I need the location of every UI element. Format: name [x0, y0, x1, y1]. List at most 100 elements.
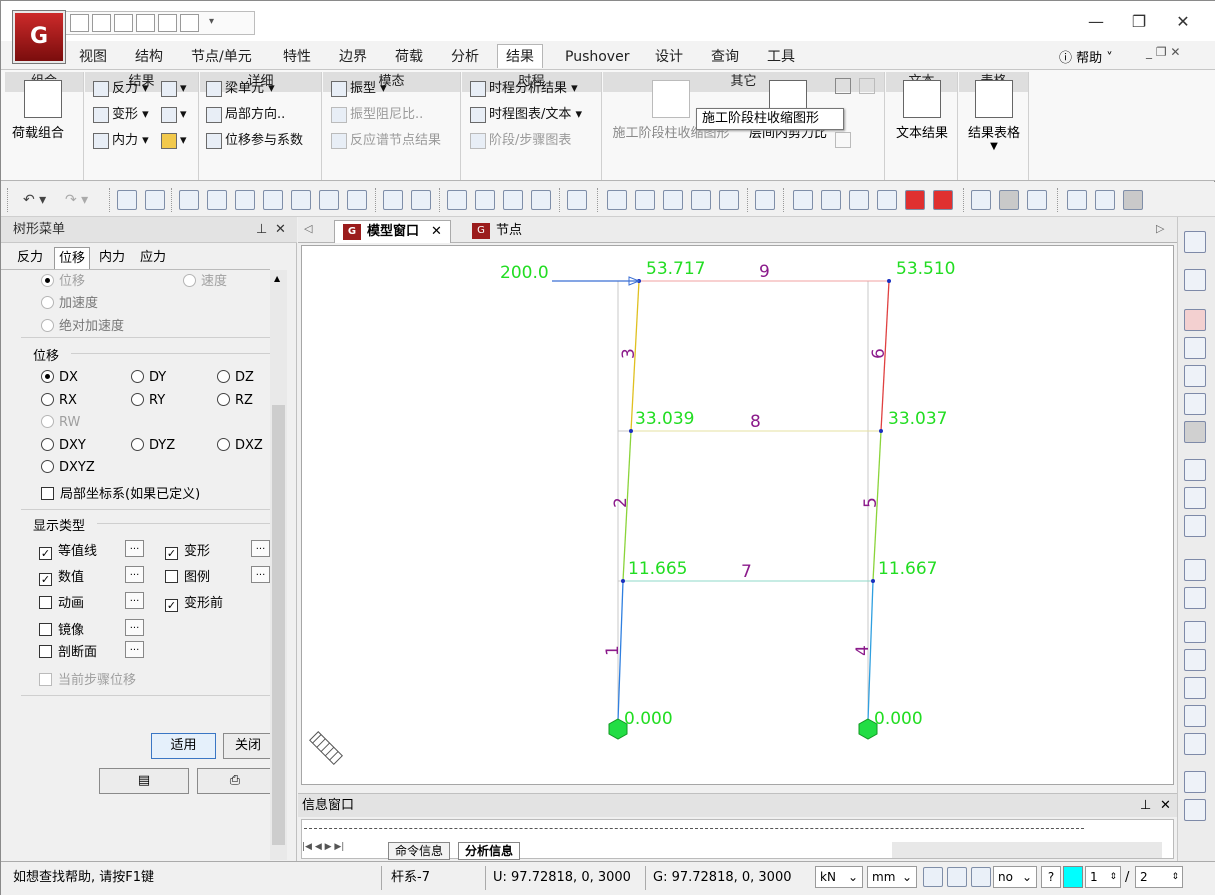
iso-view-icon[interactable]	[1184, 621, 1206, 643]
info-close-icon[interactable]: ✕	[1160, 794, 1171, 818]
minimize-button[interactable]: —	[1081, 11, 1111, 33]
info-nav-arrows[interactable]: |◀ ◀ ▶ ▶|	[302, 842, 344, 852]
tab-model-window[interactable]: G 模型窗口 ✕	[334, 220, 451, 243]
zoom-fit-icon[interactable]	[1184, 309, 1206, 331]
pan-icon[interactable]	[1184, 487, 1206, 509]
distance-icon[interactable]	[663, 190, 683, 210]
zoom-realtime-icon[interactable]	[1184, 459, 1206, 481]
pin-icon[interactable]: ⊥	[256, 217, 267, 243]
values-options-button[interactable]: ...	[125, 566, 144, 583]
unselect-all-icon[interactable]	[531, 190, 551, 210]
top-view-icon[interactable]	[1184, 705, 1206, 727]
mode-select[interactable]: no ⌄	[993, 866, 1037, 888]
displacement-participation-button[interactable]: 位移参与系数	[206, 130, 303, 152]
tab-analysis-info[interactable]: 分析信息	[458, 842, 521, 860]
radio-dy[interactable]: DY	[131, 370, 166, 385]
tab-boundary[interactable]: 边界	[331, 47, 375, 69]
help-query-button[interactable]: ?	[1041, 866, 1061, 888]
element-label-icon[interactable]	[1027, 190, 1047, 210]
unselect-single-icon[interactable]	[447, 190, 467, 210]
radio-dxyz[interactable]: DXYZ	[41, 460, 95, 475]
grid-view-icon[interactable]	[1184, 231, 1206, 253]
refresh-icon[interactable]	[1184, 559, 1206, 581]
select-window-icon[interactable]	[207, 190, 227, 210]
panel-scrollbar[interactable]: ▲	[270, 270, 287, 860]
boundary-display-icon[interactable]	[719, 190, 739, 210]
window-arrange-icon[interactable]	[1184, 771, 1206, 793]
zoom-all-icon[interactable]	[1184, 421, 1206, 443]
radio-dxz[interactable]: DXZ	[217, 438, 263, 453]
check-grid-icon[interactable]	[1184, 269, 1206, 291]
apply-button[interactable]: 适用	[151, 733, 216, 759]
scrollbar-thumb[interactable]	[272, 405, 285, 845]
thth-icon[interactable]	[835, 78, 851, 94]
cutting-plane-checkbox[interactable]: 剖断面	[39, 641, 97, 660]
mirror-checkbox[interactable]: 镜像	[39, 619, 84, 638]
color-swatch[interactable]	[1063, 866, 1083, 888]
radio-rz[interactable]: RZ	[217, 393, 253, 408]
local-axis-checkbox[interactable]: 局部坐标系(如果已定义)	[41, 483, 200, 502]
deform-checkbox[interactable]: ✓ 变形	[165, 540, 210, 560]
tab-node-element[interactable]: 节点/单元	[183, 47, 260, 69]
node-label-icon[interactable]	[971, 190, 991, 210]
radio-rx[interactable]: RX	[41, 393, 77, 408]
select-element-icon[interactable]	[145, 190, 165, 210]
shading-icon[interactable]	[849, 190, 869, 210]
open-folder-icon[interactable]	[92, 14, 111, 32]
tab-tools[interactable]: 工具	[759, 47, 803, 69]
select-volume-icon[interactable]	[319, 190, 339, 210]
tab-scroll-left-icon[interactable]: ◁	[304, 222, 312, 235]
info-window-body[interactable]: |◀ ◀ ▶ ▶| 命令信息 分析信息	[301, 819, 1174, 860]
element-number-icon[interactable]	[635, 190, 655, 210]
deform-options-button[interactable]: ...	[251, 540, 270, 557]
select-previous-icon[interactable]	[347, 190, 367, 210]
local-direction-button[interactable]: 局部方向..	[206, 104, 285, 126]
select-identity-icon[interactable]	[411, 190, 431, 210]
close-panel-button[interactable]: 关闭	[223, 733, 273, 759]
tab-properties[interactable]: 特性	[275, 47, 319, 69]
local-axis-icon[interactable]	[691, 190, 711, 210]
tile-windows-icon[interactable]	[1184, 799, 1206, 821]
length-unit-select[interactable]: mm ⌄	[867, 866, 917, 888]
text-result-button[interactable]: 文本结果	[892, 80, 952, 141]
radio-dxy[interactable]: DXY	[41, 438, 86, 453]
print-settings-button[interactable]: ⎙	[197, 768, 273, 794]
tab-pushover[interactable]: Pushover	[557, 47, 637, 69]
result-table-button[interactable]: 结果表格 ▼	[963, 80, 1025, 152]
deformation-button[interactable]: 变形 ▾	[93, 104, 149, 126]
tab-view[interactable]: 视图	[71, 47, 115, 69]
mirror-options-button[interactable]: ...	[125, 619, 144, 636]
time-history-result-button[interactable]: 时程分析结果 ▾	[470, 78, 578, 100]
snap-node-icon[interactable]	[923, 867, 943, 887]
undeformed-checkbox[interactable]: ✓ 变形前	[165, 592, 223, 612]
fit-screen-icon[interactable]	[1184, 587, 1206, 609]
render-icon[interactable]	[905, 190, 925, 210]
node-number-icon[interactable]	[607, 190, 627, 210]
beam-element-button[interactable]: 梁单元 ▾	[206, 78, 275, 100]
select-node-icon[interactable]	[117, 190, 137, 210]
tab-analysis[interactable]: 分析	[443, 47, 487, 69]
values-checkbox[interactable]: ✓ 数值	[39, 566, 84, 586]
model-canvas[interactable]: 200.0 0.000 11.665 33.039 53.717 0.000 1…	[301, 245, 1174, 785]
beam-diagram-icon[interactable]: ▾	[161, 78, 187, 100]
contour-checkbox[interactable]: ✓ 等值线	[39, 540, 97, 560]
new-file-icon[interactable]	[70, 14, 89, 32]
select-polygon-icon[interactable]	[235, 190, 255, 210]
display-option-icon[interactable]	[755, 190, 775, 210]
reaction-button[interactable]: 反力 ▾	[93, 78, 149, 100]
print-preview-icon[interactable]	[180, 14, 199, 32]
zoom-out-icon[interactable]	[1184, 393, 1206, 415]
animation-checkbox[interactable]: 动画	[39, 592, 84, 611]
restore-button[interactable]: ❐	[1124, 11, 1154, 33]
undo-icon[interactable]: ↶ ▾	[23, 192, 46, 208]
snap-grid-icon[interactable]	[947, 867, 967, 887]
radio-dz[interactable]: DZ	[217, 370, 254, 385]
tab-force[interactable]: 内力	[95, 247, 129, 269]
axis-view-icon[interactable]	[1184, 733, 1206, 755]
tab-query[interactable]: 查询	[703, 47, 747, 69]
legend-checkbox[interactable]: 图例	[165, 566, 210, 585]
info-hscrollbar[interactable]	[892, 842, 1162, 858]
rotate-icon[interactable]	[1184, 515, 1206, 537]
tab-displacement[interactable]: 位移	[54, 247, 91, 269]
print-icon[interactable]	[158, 14, 177, 32]
